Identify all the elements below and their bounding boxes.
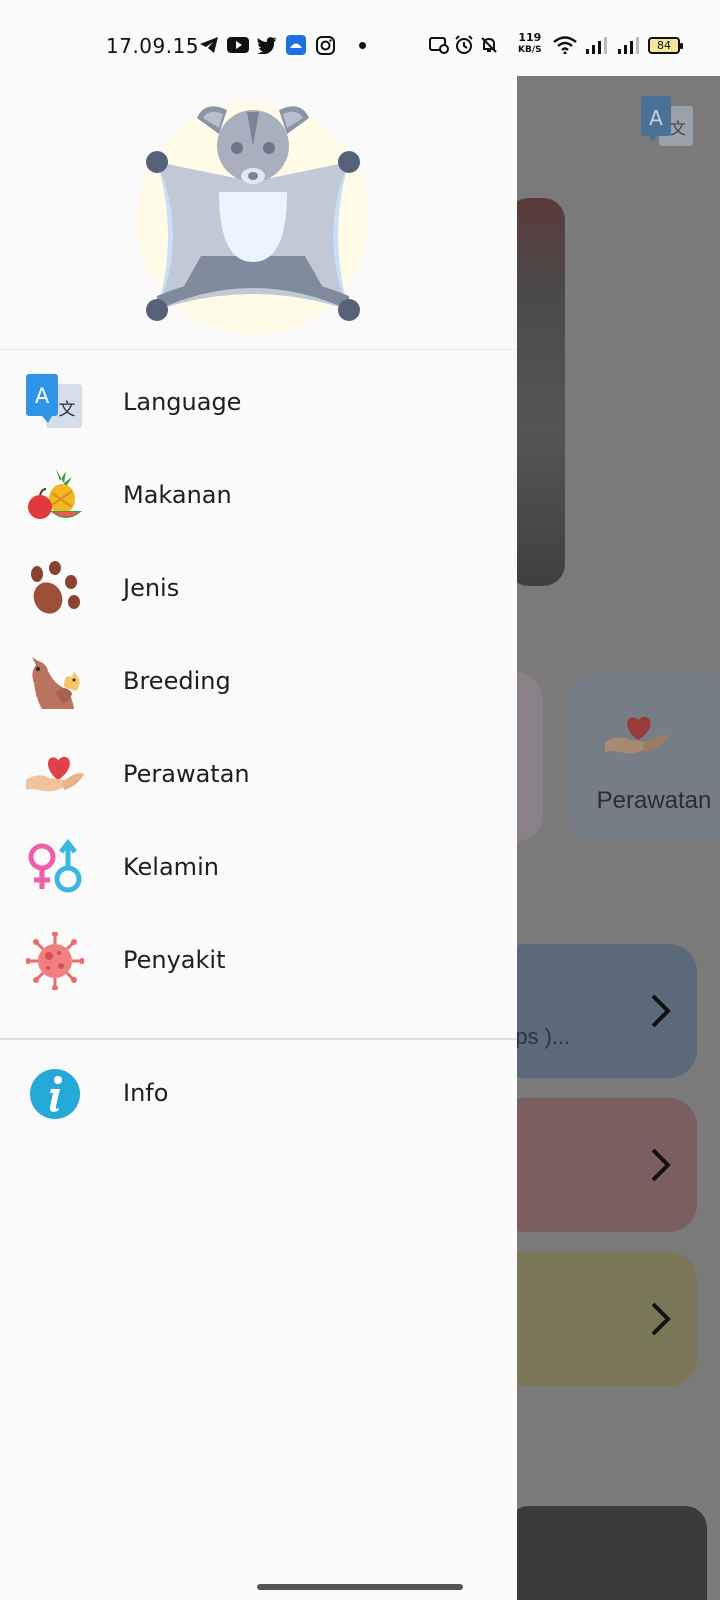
drawer-item-label: Perawatan [123, 760, 250, 788]
svg-text:A: A [35, 384, 50, 408]
drawer-item-label: Jenis [123, 574, 180, 602]
chevron-right-icon [649, 1146, 673, 1184]
drawer-item-info[interactable]: Info [0, 1047, 517, 1139]
background-photo [517, 1506, 707, 1600]
more-notifications-dot [359, 42, 366, 49]
background-list-row: eps )... [517, 944, 697, 1078]
svg-text:A: A [649, 106, 663, 130]
gender-icon [26, 839, 84, 897]
chevron-right-icon [649, 992, 673, 1030]
fruits-icon [26, 467, 84, 525]
drawer-item-makanan[interactable]: Makanan [0, 449, 517, 541]
sugar-glider-logo-icon [135, 96, 385, 342]
background-list-row [517, 1252, 697, 1386]
signal-sim1-icon [584, 34, 610, 56]
background-app-scrim[interactable]: A文 Perawatan eps )... [517, 76, 720, 1600]
network-speed-unit: KB/S [518, 45, 542, 55]
svg-text:文: 文 [59, 400, 76, 420]
background-row-snippet: eps )... [517, 1024, 571, 1049]
drawer-item-label: Language [123, 388, 242, 416]
translate-icon: A文 [26, 374, 84, 432]
status-bar: 17.09.15 119 KB/S 84 [0, 0, 720, 76]
instagram-icon [314, 34, 336, 56]
kangaroo-icon [26, 653, 84, 711]
svg-text:文: 文 [670, 119, 686, 138]
drawer-item-jenis[interactable]: Jenis [0, 542, 517, 634]
drawer-item-label: Info [123, 1079, 169, 1107]
virus-icon [26, 932, 84, 990]
drawer-item-label: Kelamin [123, 853, 219, 881]
background-photo [517, 198, 565, 586]
alarm-icon [453, 34, 475, 56]
drawer-item-perawatan[interactable]: Perawatan [0, 728, 517, 820]
drawer-item-label: Penyakit [123, 946, 226, 974]
background-list-row [517, 1098, 697, 1232]
background-card-label: Perawatan [596, 787, 712, 814]
twitter-icon [256, 34, 278, 56]
paw-icon [26, 560, 84, 618]
network-speed: 119 KB/S [518, 32, 542, 56]
drawer-item-penyakit[interactable]: Penyakit [0, 914, 517, 1006]
info-icon [26, 1065, 84, 1123]
screen-record-icon [428, 34, 450, 56]
navigation-drawer: A文 Language Makanan Jenis Breeding Peraw… [0, 76, 517, 1600]
drawer-item-kelamin[interactable]: Kelamin [0, 821, 517, 913]
drawer-header [0, 76, 517, 350]
background-card [517, 672, 543, 842]
network-speed-value: 119 [518, 31, 542, 44]
wifi-icon [552, 34, 578, 56]
mute-bell-icon [478, 34, 500, 56]
signal-sim2-icon [616, 34, 642, 56]
drawer-item-breeding[interactable]: Breeding [0, 635, 517, 727]
status-time: 17.09.15 [106, 34, 200, 58]
telegram-icon [198, 34, 220, 56]
app-notification-icon [285, 34, 307, 56]
heart-hand-icon [603, 706, 673, 766]
youtube-icon [227, 34, 249, 56]
drawer-item-label: Breeding [123, 667, 231, 695]
home-gesture-bar[interactable] [257, 1584, 463, 1590]
chevron-right-icon [649, 1300, 673, 1338]
drawer-divider [0, 1038, 517, 1040]
heart-hand-icon [26, 746, 84, 804]
drawer-item-language[interactable]: A文 Language [0, 356, 517, 448]
background-card-perawatan: Perawatan [569, 672, 720, 842]
battery-indicator: 84 [648, 37, 683, 54]
translate-icon: A文 [639, 96, 695, 152]
drawer-item-label: Makanan [123, 481, 232, 509]
